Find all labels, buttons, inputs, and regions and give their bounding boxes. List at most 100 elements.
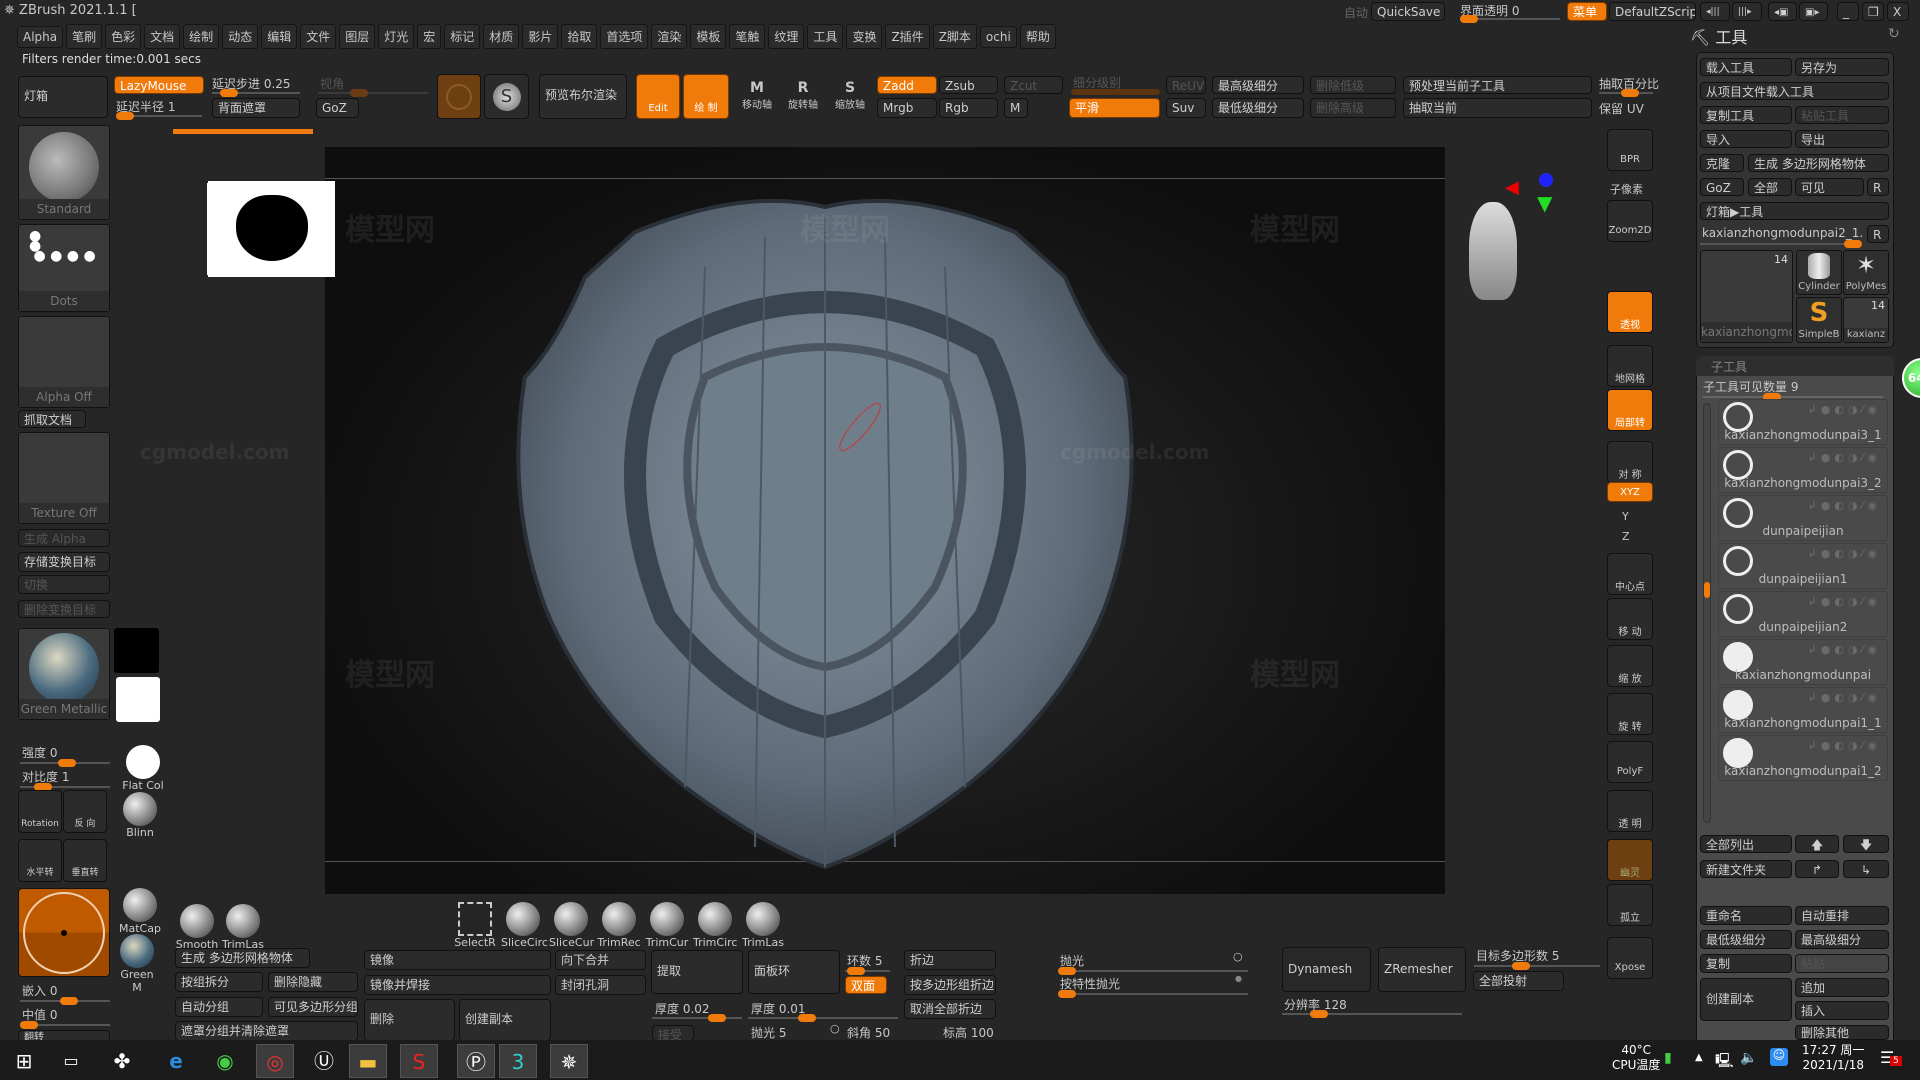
rotate-button[interactable]: R 旋转轴 — [781, 80, 825, 111]
resolution-slider[interactable] — [1282, 1010, 1462, 1018]
dynamesh-button[interactable]: Dynamesh — [1282, 947, 1371, 992]
mask-groups-button[interactable]: 遮罩分组并清除遮罩 — [175, 1021, 358, 1041]
bool-preview-button[interactable]: 预览布尔渲染 — [539, 74, 627, 119]
menu-item[interactable]: 模板 — [690, 24, 727, 49]
make-copy-button[interactable]: 创建副本 — [1700, 978, 1792, 1021]
tool-thumb-cylinder[interactable]: Cylinder — [1796, 250, 1842, 295]
goz-all-button[interactable]: 全部 — [1748, 178, 1792, 196]
import-button[interactable]: 导入 — [1700, 130, 1792, 148]
brush-smooth[interactable]: Smooth — [175, 904, 219, 951]
clock[interactable]: 17:27 周一 2021/1/18 — [1802, 1043, 1864, 1073]
insert-button[interactable]: 插入 — [1795, 1001, 1889, 1020]
delete-other-button[interactable]: 删除其他 — [1795, 1025, 1889, 1040]
file-explorer-icon[interactable]: ▬ — [349, 1044, 387, 1078]
shelf-perspective-button[interactable]: 透视 — [1607, 291, 1653, 333]
all-lowest-button[interactable]: 最低级细分 — [1700, 930, 1792, 949]
subtool-toggle-icons[interactable]: ↲●◐◑⁄◉ — [1808, 403, 1881, 416]
blinn-material[interactable]: Blinn — [118, 792, 162, 839]
loops-slider[interactable] — [845, 967, 890, 975]
3dsmax-icon[interactable]: 3 — [499, 1044, 537, 1078]
contrast-slider[interactable] — [20, 783, 110, 791]
zsub-button[interactable]: Zsub — [939, 76, 998, 94]
subtool-toggle-icons[interactable]: ↲●◐◑⁄◉ — [1808, 691, 1881, 704]
tool-thumb-current[interactable]: 14 kaxianzhongmo — [1700, 250, 1793, 343]
grab-doc-button[interactable]: 抓取文档 — [18, 410, 86, 428]
polish-features-toggle-icon[interactable]: ● — [1235, 974, 1242, 983]
goz-visible-button[interactable]: 可见 — [1795, 178, 1864, 196]
double-button[interactable]: 双面 — [845, 976, 887, 994]
layout-next-icon[interactable]: ▣▸ — [1799, 2, 1828, 21]
polish-features-slider[interactable] — [1058, 990, 1248, 998]
menu-item[interactable]: 拾取 — [561, 24, 598, 49]
tool-selectr[interactable]: SelectR — [453, 902, 497, 949]
shelf-bpr-button[interactable]: BPR — [1607, 129, 1653, 171]
green-browser-icon[interactable]: ◉ — [206, 1044, 244, 1078]
extract-button[interactable]: 提取 — [651, 950, 743, 994]
brush-trimlasso[interactable]: TrimLas — [221, 904, 265, 951]
menu-item[interactable]: 动态 — [222, 24, 259, 49]
make-polymesh-button[interactable]: 生成 多边形网格物体 — [175, 948, 310, 968]
tool-thumb-kaxianz[interactable]: 14 kaxianz — [1843, 297, 1889, 343]
goz-r-button[interactable]: R — [1867, 178, 1889, 196]
m-button[interactable]: M — [1004, 98, 1028, 118]
menu-item[interactable]: 纹理 — [768, 24, 805, 49]
auto-reorder-button[interactable]: 自动重排 — [1795, 906, 1889, 925]
tray-expand-icon[interactable]: ▲ — [1695, 1052, 1703, 1063]
matcap-material[interactable]: MatCap — [118, 888, 162, 935]
menu-item[interactable]: 帮助 — [1019, 24, 1056, 49]
highest-subdiv-button[interactable]: 最高级细分 — [1212, 76, 1304, 94]
subtool-item[interactable]: ↲●◐◑⁄◉ kaxianzhongmodunpai1_1 — [1718, 687, 1888, 733]
invert-button[interactable]: 反 向 — [63, 790, 107, 833]
switch-button[interactable]: 切换 — [18, 575, 110, 594]
tool-trimlas[interactable]: TrimLas — [741, 902, 785, 949]
auto-groups-button[interactable]: 自动分组 — [175, 997, 263, 1017]
crease-polygroups-button[interactable]: 按多边形组折边 — [904, 975, 996, 995]
rename-button[interactable]: 重命名 — [1700, 906, 1792, 925]
menu-item[interactable]: Z插件 — [885, 24, 930, 49]
make-polymesh-button[interactable]: 生成 多边形网格物体 — [1748, 154, 1889, 172]
inset-slider[interactable] — [20, 997, 110, 1005]
duplicate-button[interactable]: 复制 — [1700, 954, 1792, 973]
tool-trimcur[interactable]: TrimCur — [645, 902, 689, 949]
menu-item[interactable]: 影片 — [522, 24, 559, 49]
reset-icon[interactable]: ↻ — [1888, 26, 1900, 42]
zremesher-button[interactable]: ZRemesher — [1378, 947, 1466, 992]
subtool-item[interactable]: ↲●◐◑⁄◉ kaxianzhongmodunpai1_2 — [1718, 735, 1888, 781]
subtool-toggle-icons[interactable]: ↲●◐◑⁄◉ — [1808, 739, 1881, 752]
lazy-step-slider[interactable] — [212, 89, 300, 97]
project-all-button[interactable]: 全部投射 — [1473, 971, 1564, 991]
split-groups-button[interactable]: 按组拆分 — [175, 972, 263, 992]
rgb-button[interactable]: Rgb — [939, 98, 998, 118]
extract-pct-slider[interactable] — [1599, 89, 1653, 97]
smooth-button[interactable]: 平滑 — [1069, 98, 1160, 118]
task-view-icon[interactable]: ▭ — [52, 1044, 90, 1078]
thickness2-slider[interactable] — [748, 1014, 898, 1022]
tool-thumb-simplebrush[interactable]: S SimpleB — [1796, 297, 1842, 343]
suv-button[interactable]: Suv — [1166, 98, 1206, 118]
subtool-toggle-icons[interactable]: ↲●◐◑⁄◉ — [1808, 499, 1881, 512]
subtool-scrollbar[interactable] — [1703, 403, 1711, 823]
backface-mask-button[interactable]: 背面遮罩 — [212, 98, 300, 118]
mid-slider[interactable] — [20, 1021, 110, 1029]
windows-start-icon[interactable]: ⊞ — [5, 1044, 43, 1078]
shelf-symmetry-button[interactable]: 对 称 — [1607, 441, 1653, 483]
shelf-center-point-button[interactable]: 中心点 — [1607, 553, 1653, 595]
make-copy-button[interactable]: 创建副本 — [459, 999, 551, 1041]
delete-button[interactable]: 删除 — [364, 999, 455, 1041]
orientation-head-icon[interactable] — [1469, 202, 1517, 300]
tool-thumb-polymesh[interactable]: ✶ PolyMes — [1843, 250, 1889, 295]
shelf-local-rotate-button[interactable]: 局部转 — [1607, 389, 1653, 431]
brush-thumbnail[interactable]: Standard — [18, 125, 110, 220]
subtool-item[interactable]: ↲●◐◑⁄◉ dunpaipeijian2 — [1718, 591, 1888, 637]
subtool-header[interactable]: 子工具 — [1696, 356, 1894, 376]
goz-button[interactable]: GoZ — [316, 98, 359, 118]
mirror-weld-button[interactable]: 镜像并焊接 — [364, 975, 551, 995]
script-button[interactable]: DefaultZScript — [1609, 2, 1696, 21]
shelf-solo-button[interactable]: 孤立 — [1607, 884, 1653, 926]
shelf-move-button[interactable]: 移 动 — [1607, 598, 1653, 640]
lazymouse-button[interactable]: LazyMouse — [114, 76, 204, 94]
reuv-button[interactable]: ReUV — [1166, 76, 1206, 94]
menu-item[interactable]: Alpha — [17, 26, 64, 48]
subtool-toggle-icons[interactable]: ↲●◐◑⁄◉ — [1808, 595, 1881, 608]
zbrush-taskbar-icon[interactable]: ✵ — [550, 1044, 588, 1078]
